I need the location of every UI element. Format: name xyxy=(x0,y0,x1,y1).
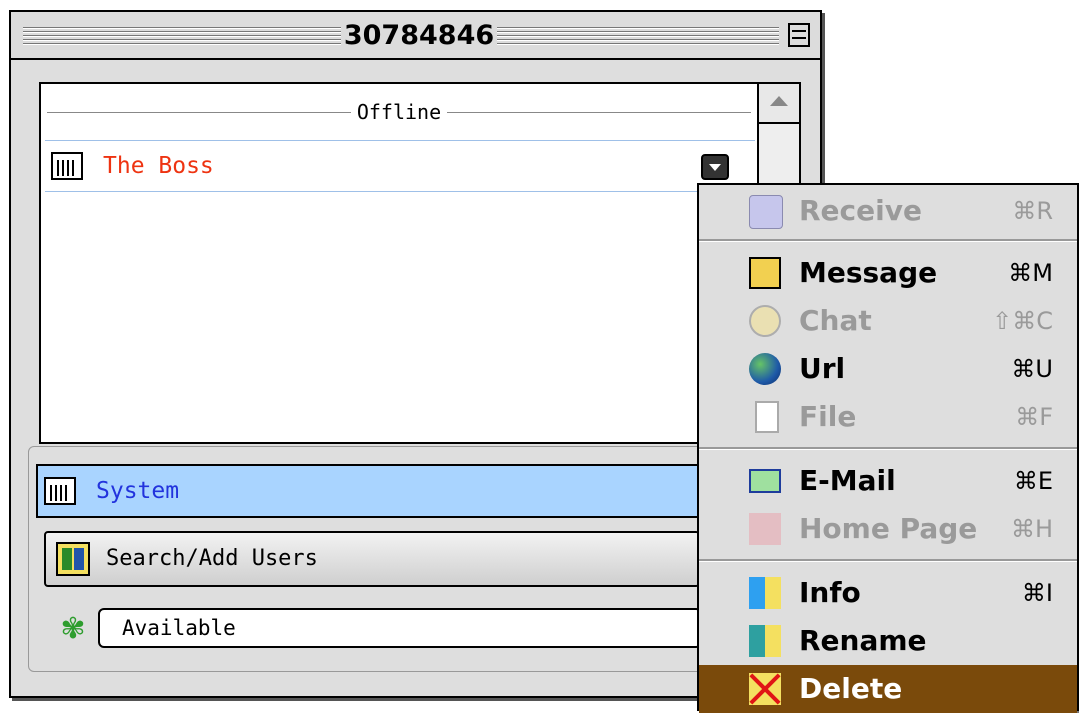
menu-item-info[interactable]: Info ⌘I xyxy=(699,569,1077,617)
menu-item-rename[interactable]: Rename xyxy=(699,617,1077,665)
menu-item-label: File xyxy=(799,400,857,433)
window-title: 30784846 xyxy=(343,20,495,51)
menu-item-label: Url xyxy=(799,352,846,385)
message-icon xyxy=(749,257,781,289)
house-icon xyxy=(749,513,781,545)
menu-item-label: Chat xyxy=(799,304,872,337)
flower-status-icon[interactable]: ✾ xyxy=(54,608,92,646)
menu-item-shortcut: ⇧⌘C xyxy=(992,307,1053,335)
search-add-users-label: Search/Add Users xyxy=(106,546,318,571)
scroll-up-arrow-icon[interactable] xyxy=(759,84,799,124)
menu-item-file[interactable]: File ⌘F xyxy=(699,393,1077,441)
menu-item-label: E-Mail xyxy=(799,464,896,497)
envelope-icon xyxy=(749,469,781,493)
title-bar-stripes-left xyxy=(23,25,341,47)
menu-separator xyxy=(699,239,1077,242)
group-header-offline[interactable]: Offline xyxy=(41,96,757,128)
contact-popup-menu: Receive ⌘R Message ⌘M Chat ⇧⌘C Url ⌘U Fi… xyxy=(697,183,1079,713)
contact-name: The Boss xyxy=(103,153,214,179)
menu-item-message[interactable]: Message ⌘M xyxy=(699,249,1077,297)
menu-item-label: Rename xyxy=(799,624,927,657)
group-header-label: Offline xyxy=(350,100,448,124)
menu-separator xyxy=(699,447,1077,450)
status-select[interactable]: Available xyxy=(98,608,702,648)
menu-item-label: Receive xyxy=(799,194,922,227)
menu-item-shortcut: ⌘R xyxy=(1012,197,1053,225)
globe-icon xyxy=(749,353,781,385)
menu-item-label: Delete xyxy=(799,672,903,705)
file-icon xyxy=(755,401,779,433)
collapse-box-icon[interactable] xyxy=(788,23,810,47)
menu-item-label: Home Page xyxy=(799,512,978,545)
title-bar[interactable]: 30784846 xyxy=(11,12,820,60)
user-list-icon xyxy=(44,477,76,505)
menu-item-shortcut: ⌘H xyxy=(1010,515,1053,543)
menu-item-shortcut: ⌘E xyxy=(1013,467,1053,495)
menu-item-receive[interactable]: Receive ⌘R xyxy=(699,187,1077,235)
system-label: System xyxy=(96,478,180,504)
contact-list-pane: Offline The Boss xyxy=(39,82,801,444)
contact-menu-button[interactable] xyxy=(701,154,729,180)
menu-item-shortcut: ⌘U xyxy=(1011,355,1053,383)
menu-item-shortcut: ⌘F xyxy=(1015,403,1053,431)
menu-item-chat[interactable]: Chat ⇧⌘C xyxy=(699,297,1077,345)
contact-row-the-boss[interactable]: The Boss xyxy=(45,140,755,192)
search-add-users-button[interactable]: Search/Add Users xyxy=(44,531,700,587)
menu-item-label: Info xyxy=(799,576,861,609)
title-bar-stripes-right xyxy=(497,25,779,47)
menu-item-home-page[interactable]: Home Page ⌘H xyxy=(699,505,1077,553)
info-icon xyxy=(749,577,781,609)
rename-icon xyxy=(749,625,781,657)
menu-item-url[interactable]: Url ⌘U xyxy=(699,345,1077,393)
receive-phone-icon xyxy=(749,195,783,229)
search-users-icon xyxy=(56,542,90,576)
menu-item-email[interactable]: E-Mail ⌘E xyxy=(699,457,1077,505)
chat-bubble-icon xyxy=(749,305,781,337)
system-row[interactable]: System xyxy=(36,464,718,518)
menu-item-label: Message xyxy=(799,256,938,289)
menu-separator xyxy=(699,559,1077,562)
menu-item-shortcut: ⌘I xyxy=(1021,579,1053,607)
menu-item-shortcut: ⌘M xyxy=(1008,259,1053,287)
status-value: Available xyxy=(122,616,236,640)
user-list-icon xyxy=(51,152,83,180)
menu-item-delete[interactable]: Delete xyxy=(699,665,1077,713)
delete-icon xyxy=(749,673,781,705)
